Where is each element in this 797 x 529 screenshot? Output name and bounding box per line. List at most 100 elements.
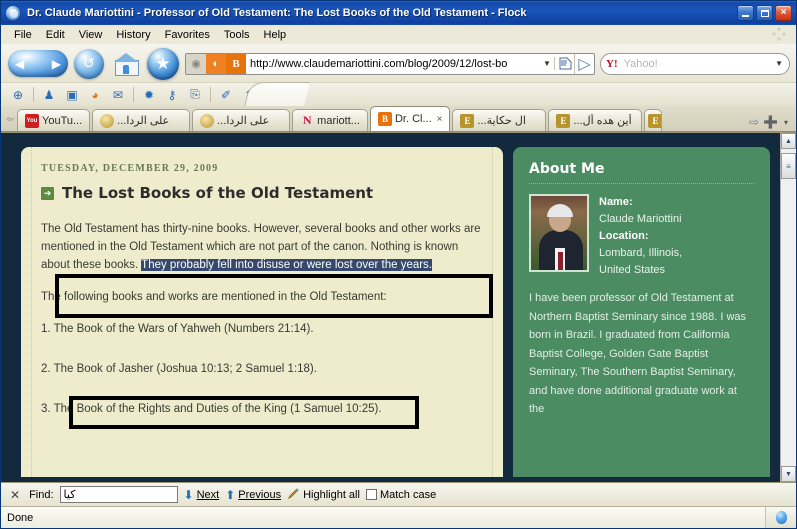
tab-arabic-3[interactable]: E ال حكاية... [452, 109, 547, 131]
rss-icon[interactable]: ◐ [206, 53, 226, 74]
status-bar: Done [1, 506, 796, 528]
status-text: Done [1, 507, 766, 528]
tab-label: YouTu... [42, 114, 83, 127]
flock-app-icon [5, 5, 21, 21]
browser-chrome: File Edit View History Favorites Tools H… [1, 25, 796, 133]
tab-arabic-1[interactable]: على الردا... [92, 109, 191, 131]
tab-scroll-right-icon[interactable]: ⇨ [747, 115, 761, 129]
find-next-label: Next [196, 488, 220, 501]
tab-close-icon[interactable]: × [437, 114, 443, 125]
maximize-button[interactable] [756, 5, 773, 21]
arrow-bullet-icon: ➔ [41, 186, 54, 200]
status-bar-right [766, 511, 796, 524]
menu-tools[interactable]: Tools [217, 27, 257, 43]
find-previous-button[interactable]: ⬆ Previous [225, 488, 281, 502]
about-me-details: Name: Claude Mariottini Location: Lombar… [599, 194, 682, 279]
arrow-down-icon: ⬇ [183, 487, 194, 502]
blog-this-icon[interactable] [554, 57, 574, 70]
avatar [529, 194, 589, 272]
reload-button[interactable]: ↺ [72, 48, 106, 80]
e-icon: E [556, 113, 571, 128]
web-icon[interactable]: ⊕ [7, 85, 29, 105]
post-paragraph-1: The Old Testament has thirty-nine books.… [41, 220, 483, 274]
highlight-all-label: Highlight all [303, 488, 360, 501]
menu-view[interactable]: View [72, 27, 110, 43]
search-box[interactable]: Y! Yahoo! ▼ [600, 52, 790, 75]
content-viewport: TUESDAY, DECEMBER 29, 2009 ➔ The Lost Bo… [1, 133, 796, 482]
name-label: Name: [599, 196, 633, 208]
window-title: Dr. Claude Mariottini - Professor of Old… [27, 7, 527, 19]
post-title[interactable]: The Lost Books of the Old Testament [62, 184, 373, 202]
post-title-row: ➔ The Lost Books of the Old Testament [41, 184, 483, 202]
tab-arabic-4[interactable]: E أين هده أل... [548, 109, 643, 131]
highlight-all-button[interactable]: Highlight all [287, 487, 360, 503]
camera-icon[interactable]: ◉ [186, 53, 206, 74]
match-case-label: Match case [379, 488, 437, 501]
clipboard-icon[interactable]: ⎘ [184, 85, 206, 105]
page-scrollbar[interactable]: ▲ ≡ ▼ [780, 133, 796, 482]
mail-icon[interactable]: ✉ [107, 85, 129, 105]
accounts-key-icon[interactable]: ⚷ [161, 85, 183, 105]
menu-help[interactable]: Help [257, 27, 294, 43]
balloon-icon[interactable] [775, 511, 787, 524]
tab-arabic-2[interactable]: على الردا... [192, 109, 291, 131]
tab-mariottini[interactable]: N mariott... [292, 109, 368, 131]
post-paragraph-2: The following books and works are mentio… [41, 291, 387, 303]
scrollbar-track[interactable]: ≡ [781, 149, 796, 466]
blogger-icon[interactable]: B [226, 53, 246, 74]
list-item: 1. The Book of the Wars of Yahweh (Numbe… [41, 323, 314, 335]
star-icon: ★ [147, 47, 179, 80]
sidebar-column: About Me Name: Claude Mariottini Locatio… [513, 147, 770, 482]
tab-dr-claude-mariottini[interactable]: B Dr. Cl... × [369, 106, 451, 131]
go-icon[interactable]: ▷ [574, 53, 594, 74]
scrollbar-thumb[interactable]: ≡ [781, 153, 796, 179]
chevron-down-icon[interactable]: ▼ [775, 59, 785, 68]
netvibes-icon: N [302, 113, 312, 127]
people-icon[interactable]: ♟ [38, 85, 60, 105]
web-page: TUESDAY, DECEMBER 29, 2009 ➔ The Lost Bo… [1, 133, 780, 482]
chevron-down-icon[interactable]: ▼ [540, 59, 554, 68]
find-input[interactable] [59, 486, 178, 503]
toolbar-divider [210, 87, 211, 102]
tab-label: ال حكاية... [477, 115, 526, 127]
toolbar-divider [33, 87, 34, 102]
menu-favorites[interactable]: Favorites [158, 27, 217, 43]
menu-file[interactable]: File [7, 27, 39, 43]
checkbox-icon [365, 489, 377, 500]
find-next-button[interactable]: ⬇ Next [184, 488, 220, 502]
close-button[interactable]: × [775, 5, 792, 21]
tab-bar-controls: ⇨ ➕ ▾ [744, 115, 796, 131]
post-column: TUESDAY, DECEMBER 29, 2009 ➔ The Lost Bo… [21, 147, 503, 482]
tab-label: على الردا... [117, 115, 170, 127]
post-date: TUESDAY, DECEMBER 29, 2009 [41, 163, 219, 174]
feeds-icon[interactable]: ◕ [84, 85, 106, 105]
tab-list-icon[interactable]: ▾ [779, 118, 793, 127]
find-bar: ✕ Find: ⬇ Next ⬆ Previous Highlight all … [1, 482, 796, 506]
scroll-down-button[interactable]: ▼ [781, 466, 796, 482]
favorites-button[interactable]: ★ [146, 47, 180, 80]
gold-icon [100, 113, 115, 128]
url-input[interactable]: http://www.claudemariottini.com/blog/200… [246, 58, 540, 70]
about-me-bio: I have been professor of Old Testament a… [529, 292, 747, 415]
home-button[interactable] [109, 48, 143, 80]
tab-label: أين هده أل... [573, 115, 632, 127]
photos-icon[interactable]: ▣ [61, 85, 83, 105]
new-tab-icon[interactable]: ➕ [763, 115, 778, 129]
find-close-icon[interactable]: ✕ [7, 488, 23, 502]
blog-editor-icon[interactable]: ✐ [215, 85, 237, 105]
menu-history[interactable]: History [109, 27, 157, 43]
match-case-checkbox[interactable]: Match case [365, 488, 437, 501]
scroll-up-button[interactable]: ▲ [781, 133, 796, 149]
back-forward-button[interactable]: ◀ ▶ [7, 49, 69, 79]
favorites-magic-icon[interactable]: ✹ [138, 85, 160, 105]
tab-youtube[interactable]: You YouTu... [17, 109, 91, 131]
tab-arabic-5[interactable]: E [644, 109, 663, 131]
address-bar[interactable]: ◉ ◐ B http://www.claudemariottini.com/bl… [185, 52, 595, 75]
window-controls: × [737, 5, 794, 21]
blog-post: TUESDAY, DECEMBER 29, 2009 ➔ The Lost Bo… [21, 147, 503, 477]
search-input[interactable]: Yahoo! [618, 58, 775, 70]
gold-icon [200, 113, 215, 128]
tab-scroll-left-icon[interactable]: ⇦ [3, 107, 17, 131]
menu-edit[interactable]: Edit [39, 27, 72, 43]
minimize-button[interactable] [737, 5, 754, 21]
